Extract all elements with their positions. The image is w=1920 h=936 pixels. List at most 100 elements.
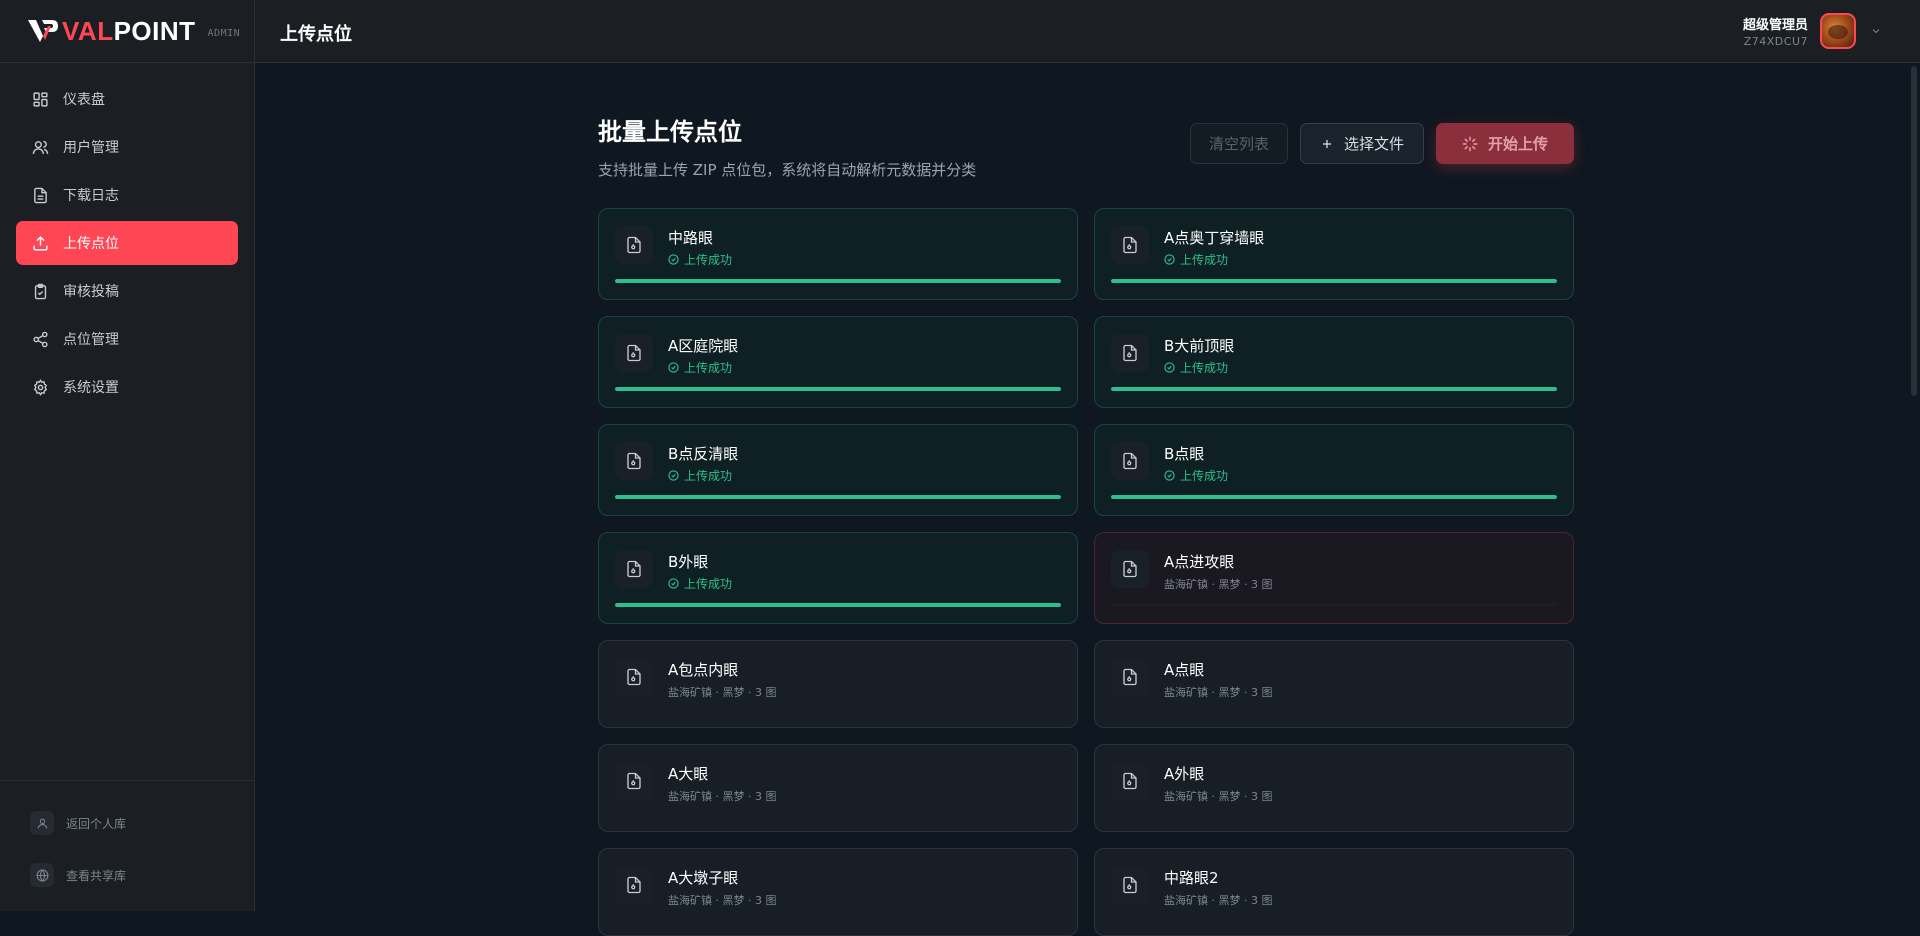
select-files-label: 选择文件	[1343, 135, 1404, 153]
brand-logo[interactable]: VALPOINT ADMIN	[0, 0, 254, 63]
check-circle-icon	[668, 470, 684, 481]
user-menu[interactable]: 超级管理员 Z74XDCU7	[1743, 13, 1882, 49]
upload-name: A区庭院眼	[668, 337, 739, 355]
sidebar-footer: 返回个人库 查看共享库	[0, 780, 254, 911]
upload-progress-fill	[1111, 279, 1557, 283]
upload-name: A大眼	[668, 765, 709, 783]
upload-meta: 盐海矿镇 · 黑梦 · 3 图	[1164, 686, 1273, 699]
sidebar-item-dashboard[interactable]: 仪表盘	[16, 77, 238, 121]
upload-name: A包点内眼	[668, 661, 739, 679]
check-circle-icon	[1164, 362, 1180, 373]
upload-status-text: 上传成功	[1180, 361, 1229, 375]
upload-status: 上传成功	[668, 575, 732, 592]
clear-list-label: 清空列表	[1208, 135, 1269, 153]
brand-name: VALPOINT	[62, 15, 196, 46]
upload-progress-bar	[615, 387, 1061, 391]
upload-card[interactable]: A点进攻眼 盐海矿镇 · 黑梦 · 3 图	[1094, 532, 1574, 624]
upload-status-text: 上传成功	[1180, 469, 1229, 483]
check-circle-icon	[668, 362, 684, 373]
upload-progress-fill	[615, 387, 1061, 391]
upload-card[interactable]: A区庭院眼上传成功	[598, 316, 1078, 408]
upload-name: 中路眼	[668, 229, 714, 247]
upload-meta: 盐海矿镇 · 黑梦 · 3 图	[668, 686, 777, 699]
check-circle-icon	[668, 578, 684, 589]
upload-name: A外眼	[1164, 765, 1205, 783]
scrollbar[interactable]	[1911, 66, 1917, 396]
page-title: 上传点位	[280, 24, 352, 45]
check-circle-icon	[668, 254, 684, 265]
upload-meta: 盐海矿镇 · 黑梦 · 3 图	[1164, 894, 1273, 907]
upload-status-text: 上传成功	[1180, 253, 1229, 267]
globe-icon	[30, 863, 54, 887]
share-icon	[33, 331, 48, 347]
check-circle-icon	[1164, 470, 1180, 481]
file-icon	[615, 762, 653, 800]
file-icon	[615, 334, 653, 372]
upload-status: 上传成功	[1164, 251, 1228, 268]
user-id: Z74XDCU7	[1743, 35, 1808, 48]
file-icon	[1111, 442, 1149, 480]
upload-card[interactable]: A大墩子眼盐海矿镇 · 黑梦 · 3 图	[598, 848, 1078, 936]
upload-progress-fill	[1111, 495, 1557, 499]
upload-card[interactable]: A点眼 盐海矿镇 · 黑梦 · 3 图	[1094, 640, 1574, 728]
file-text-icon	[34, 187, 47, 203]
sidebar-item-settings[interactable]: 系统设置	[16, 365, 238, 409]
upload-card[interactable]: A外眼盐海矿镇 · 黑梦 · 3 图	[1094, 744, 1574, 832]
upload-card[interactable]: A大眼 盐海矿镇 · 黑梦 · 3 图	[598, 744, 1078, 832]
upload-card[interactable]: B点眼 上传成功	[1094, 424, 1574, 516]
upload-status: 上传成功	[668, 251, 732, 268]
upload-progress-bar	[1111, 279, 1557, 283]
sidebar-item-download-logs[interactable]: 下载日志	[16, 173, 238, 217]
avatar[interactable]	[1820, 13, 1856, 49]
upload-progress-bar	[615, 495, 1061, 499]
user-icon	[30, 811, 54, 835]
upload-card[interactable]: A点奥丁穿墙眼上传成功	[1094, 208, 1574, 300]
upload-progress-fill	[615, 495, 1061, 499]
upload-progress-fill	[615, 603, 1061, 607]
upload-card[interactable]: A包点内眼盐海矿镇 · 黑梦 · 3 图	[598, 640, 1078, 728]
dashboard-icon	[33, 91, 48, 107]
sidebar-item-users[interactable]: 用户管理	[16, 125, 238, 169]
upload-name: A大墩子眼	[668, 869, 739, 887]
sidebar-item-upload-points[interactable]: 上传点位	[16, 221, 238, 265]
sidebar-nav: 仪表盘 用户管理 下载日志 上传点位 审核投稿 点位管理 系统设置	[0, 63, 254, 409]
upload-name: B点反清眼	[668, 445, 739, 463]
upload-meta: 盐海矿镇 · 黑梦 · 3 图	[1164, 790, 1273, 803]
upload-name: B大前顶眼	[1164, 337, 1235, 355]
user-name: 超级管理员	[1742, 18, 1808, 33]
view-shared-link[interactable]: 查看共享库	[30, 862, 126, 888]
file-icon	[615, 658, 653, 696]
clear-list-button[interactable]: 清空列表	[1190, 123, 1288, 164]
upload-header: 批量上传点位 支持批量上传 ZIP 点位包，系统将自动解析元数据并分类	[598, 112, 976, 180]
upload-card[interactable]: B外眼 上传成功	[598, 532, 1078, 624]
start-upload-button[interactable]: 开始上传	[1436, 123, 1574, 164]
start-upload-label: 开始上传	[1487, 135, 1548, 153]
upload-status: 上传成功	[1164, 467, 1228, 484]
upload-meta: 盐海矿镇 · 黑梦 · 3 图	[668, 894, 777, 907]
upload-card[interactable]: B大前顶眼上传成功	[1094, 316, 1574, 408]
file-icon	[615, 866, 653, 904]
valpoint-logo-icon	[28, 20, 58, 42]
select-files-button[interactable]: 选择文件	[1300, 123, 1424, 164]
upload-status-text: 上传成功	[684, 253, 733, 267]
back-to-personal-label: 返回个人库	[66, 816, 127, 831]
upload-name: A点奥丁穿墙眼	[1164, 229, 1265, 247]
upload-status: 上传成功	[668, 359, 732, 376]
clipboard-check-icon	[34, 283, 47, 299]
view-shared-label: 查看共享库	[66, 868, 127, 883]
admin-tag: ADMIN	[207, 27, 241, 39]
upload-progress-bar	[615, 603, 1061, 607]
upload-status-text: 上传成功	[684, 577, 733, 591]
upload-progress-bar	[1111, 603, 1557, 607]
upload-icon	[33, 235, 48, 251]
upload-name: 中路眼2	[1164, 869, 1219, 887]
chevron-down-icon[interactable]	[1870, 25, 1882, 37]
upload-card[interactable]: B点反清眼 上传成功	[598, 424, 1078, 516]
file-icon	[1111, 550, 1149, 588]
back-to-personal-link[interactable]: 返回个人库	[30, 810, 126, 836]
upload-card[interactable]: 中路眼2 盐海矿镇 · 黑梦 · 3 图	[1094, 848, 1574, 936]
upload-card[interactable]: 中路眼上传成功	[598, 208, 1078, 300]
sidebar-item-point-management[interactable]: 点位管理	[16, 317, 238, 361]
sidebar-item-review[interactable]: 审核投稿	[16, 269, 238, 313]
upload-status-text: 上传成功	[684, 361, 733, 375]
